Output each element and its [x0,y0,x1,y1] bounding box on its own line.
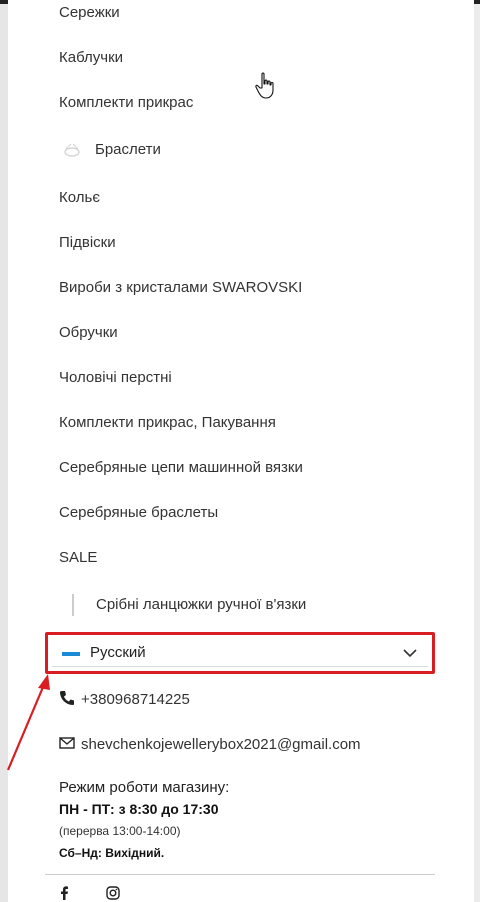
chevron-down-icon[interactable] [402,645,418,661]
footer-divider [45,874,435,875]
language-selector-inner: Русский [52,639,428,667]
menu-item-mens-rings[interactable]: Чоловічі перстні [59,369,172,386]
menu-item-rings[interactable]: Каблучки [59,49,123,66]
menu-item-wedding-rings[interactable]: Обручки [59,324,118,341]
email-address: shevchenkojewellerybox2021@gmail.com [81,736,361,753]
menu-subitem-label: Срібні ланцюжки ручної в'язки [96,596,307,613]
instagram-icon[interactable] [106,886,120,900]
annotation-arrow [6,674,50,771]
backdrop-right [474,0,480,902]
store-hours-title: Режим роботи магазину: [59,779,230,796]
store-hours-weekend: Сб–Нд: Вихідний. [59,846,165,860]
side-menu-panel [8,0,474,902]
menu-subitem-handmade-chains[interactable]: Срібні ланцюжки ручної в'язки [72,594,306,616]
bracelet-icon [64,143,80,157]
phone-number: +380968714225 [81,691,190,708]
menu-item-necklaces[interactable]: Кольє [59,189,100,206]
menu-item-jewelry-sets[interactable]: Комплекти прикрас [59,94,193,111]
menu-item-pendants[interactable]: Підвіски [59,234,116,251]
menu-item-bracelets[interactable]: Браслети [95,141,161,158]
store-hours-break: (перерва 13:00-14:00) [59,824,181,838]
menu-item-sale[interactable]: SALE [59,549,97,566]
menu-item-silver-bracelets[interactable]: Серебряные браслеты [59,504,218,521]
phone-row[interactable]: +380968714225 [59,690,190,708]
email-row[interactable]: shevchenkojewellerybox2021@gmail.com [59,735,361,753]
store-hours-weekdays: ПН - ПТ: з 8:30 до 17:30 [59,801,219,817]
menu-item-swarovski[interactable]: Вироби з кристалами SWAROVSKI [59,279,302,296]
menu-item-machine-chains[interactable]: Серебряные цепи машинной вязки [59,459,303,476]
menu-item-sets-packaging[interactable]: Комплекти прикрас, Пакування [59,414,276,431]
language-selected-label: Русский [90,644,146,661]
hand-cursor-icon [255,72,274,99]
facebook-icon[interactable] [59,886,69,900]
menu-item-earrings[interactable]: Сережки [59,4,120,21]
language-selector[interactable]: Русский [45,632,435,674]
language-flag-icon [62,652,80,656]
